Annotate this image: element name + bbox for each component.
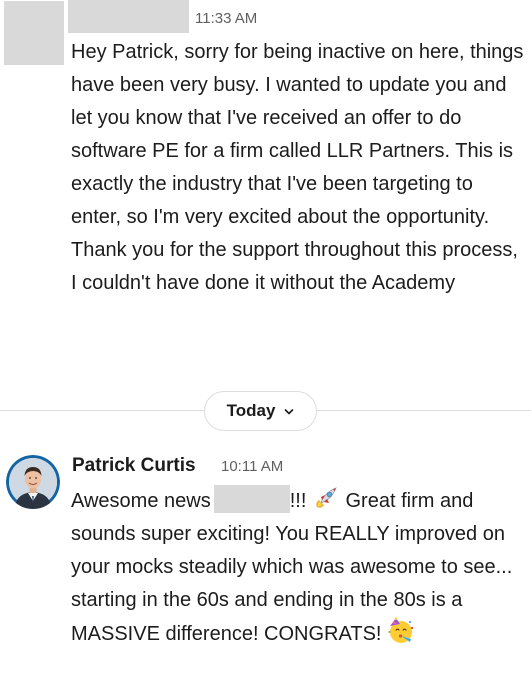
message-timestamp[interactable]: 11:33 AM [195, 10, 257, 27]
chevron-down-icon [285, 408, 294, 414]
author-name[interactable]: Patrick Curtis [72, 455, 196, 477]
message-text: Hey Patrick, sorry for being inactive on… [71, 41, 524, 294]
user-photo [6, 455, 60, 509]
redacted-mention [213, 485, 290, 513]
conversation-view: 11:33 AM Hey Patrick, sorry for being in… [0, 0, 531, 696]
redacted-avatar [4, 1, 64, 65]
redacted-sender-name [68, 0, 189, 33]
day-divider-button[interactable]: Today [204, 391, 317, 431]
avatar[interactable] [6, 455, 60, 509]
message-timestamp[interactable]: 10:11 AM [221, 458, 283, 475]
message-text-segment: !!! [289, 490, 307, 512]
partying-face-emoji-icon[interactable] [387, 617, 415, 645]
message-text-segment: Great firm and sounds super exciting! Yo… [71, 490, 513, 645]
rocket-emoji-icon[interactable] [312, 484, 340, 512]
message-text-segment: Awesome news [71, 490, 211, 512]
message-text: Awesome news!!! Great firm and sounds su… [71, 484, 526, 651]
day-divider-label: Today [226, 401, 276, 420]
